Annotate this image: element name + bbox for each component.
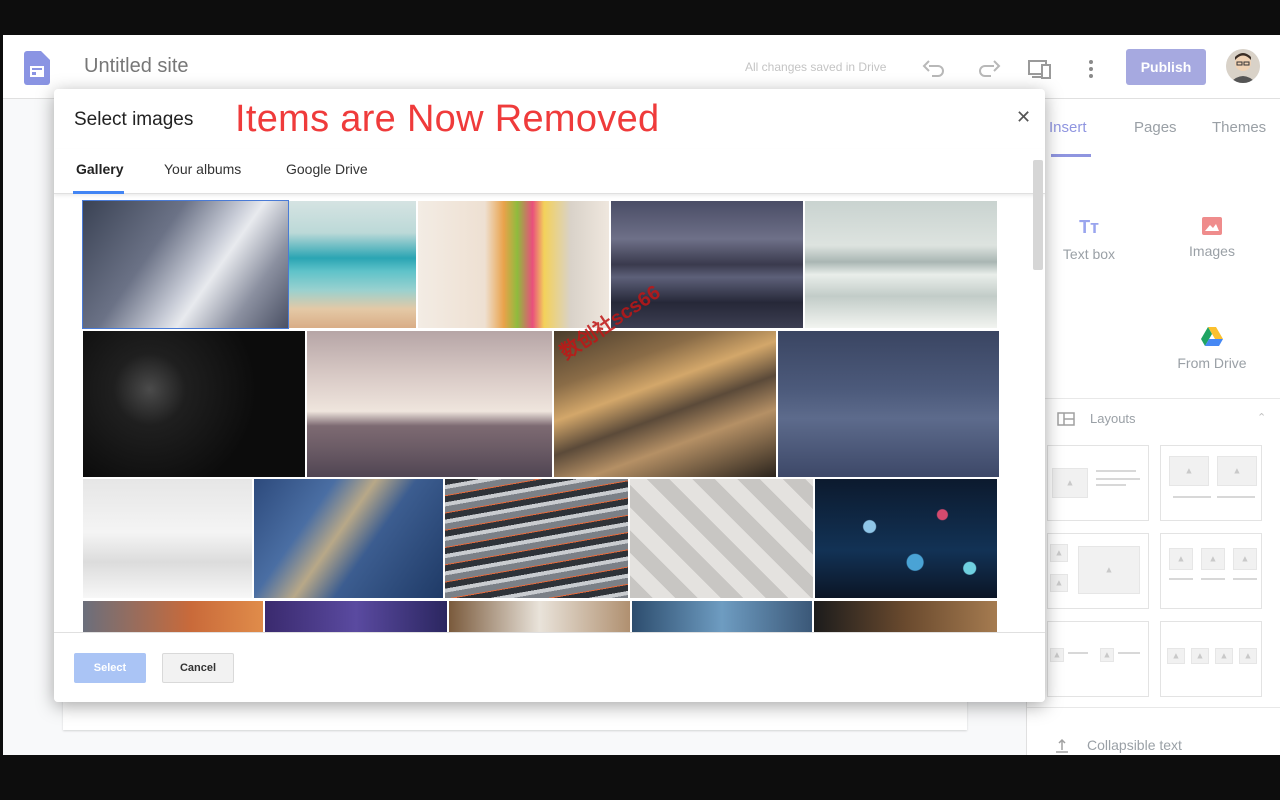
- site-title[interactable]: Untitled site: [84, 55, 189, 78]
- collapsible-text-icon: [1056, 738, 1068, 753]
- layout-option-3[interactable]: [1047, 533, 1149, 609]
- insert-text-box[interactable]: Tт Text box: [1039, 217, 1139, 262]
- gallery-image[interactable]: [805, 201, 997, 328]
- layout-option-4[interactable]: [1160, 533, 1262, 609]
- gallery-image[interactable]: [554, 331, 776, 477]
- active-tab-indicator: [73, 191, 124, 194]
- image-icon: [1202, 217, 1222, 235]
- gallery-image[interactable]: [83, 479, 252, 598]
- tab-insert[interactable]: Insert: [1049, 119, 1087, 136]
- collapse-icon[interactable]: ⌃: [1257, 411, 1266, 424]
- panel-tabs: Insert Pages Themes: [1027, 99, 1280, 157]
- insert-from-drive[interactable]: From Drive: [1162, 327, 1262, 371]
- image-gallery: [54, 195, 1045, 633]
- insert-panel: Insert Pages Themes Tт Text box Images F…: [1026, 99, 1280, 755]
- gallery-image[interactable]: [265, 601, 447, 633]
- gallery-image[interactable]: [630, 479, 813, 598]
- layout-option-6[interactable]: [1160, 621, 1262, 697]
- tab-gallery[interactable]: Gallery: [76, 161, 123, 177]
- preview-devices-icon[interactable]: [1026, 55, 1054, 83]
- avatar[interactable]: [1226, 49, 1260, 83]
- select-button[interactable]: Select: [74, 653, 146, 683]
- annotation-overlay: Items are Now Removed: [235, 98, 660, 140]
- gallery-image[interactable]: [307, 331, 552, 477]
- gallery-image[interactable]: [815, 479, 997, 598]
- more-options-icon[interactable]: [1077, 55, 1105, 83]
- gallery-image[interactable]: [445, 479, 628, 598]
- publish-button[interactable]: Publish: [1126, 49, 1206, 85]
- text-box-icon: Tт: [1079, 217, 1099, 237]
- insert-collapsible-text[interactable]: Collapsible text: [1087, 737, 1182, 753]
- google-sites-icon: [24, 51, 50, 85]
- tab-pages[interactable]: Pages: [1134, 119, 1177, 136]
- insert-images[interactable]: Images: [1162, 217, 1262, 259]
- gallery-image[interactable]: [83, 601, 263, 633]
- dialog-footer: Select Cancel: [54, 632, 1045, 702]
- gallery-image[interactable]: [632, 601, 812, 633]
- gallery-image[interactable]: [83, 331, 305, 477]
- images-label: Images: [1189, 243, 1235, 259]
- screen-frame: Untitled site All changes saved in Drive…: [0, 0, 1280, 800]
- layout-option-1[interactable]: [1047, 445, 1149, 521]
- scrollbar[interactable]: [1033, 160, 1043, 270]
- redo-icon[interactable]: [974, 55, 1002, 83]
- layout-option-2[interactable]: [1160, 445, 1262, 521]
- undo-icon[interactable]: [921, 55, 949, 83]
- text-box-label: Text box: [1062, 246, 1116, 262]
- layout-option-5[interactable]: [1047, 621, 1149, 697]
- dialog-tabs: Gallery Your albums Google Drive: [54, 149, 1045, 194]
- active-tab-indicator: [1051, 154, 1091, 157]
- gallery-image[interactable]: [449, 601, 630, 633]
- cancel-button[interactable]: Cancel: [162, 653, 234, 683]
- layouts-heading: Layouts: [1090, 411, 1136, 426]
- select-images-dialog: Select images Items are Now Removed ✕ Ga…: [54, 89, 1045, 702]
- google-drive-icon: [1201, 327, 1223, 346]
- dialog-title: Select images: [74, 109, 194, 130]
- tab-themes[interactable]: Themes: [1212, 119, 1266, 136]
- save-status: All changes saved in Drive: [745, 60, 887, 74]
- gallery-image[interactable]: [814, 601, 997, 633]
- tab-your-albums[interactable]: Your albums: [164, 161, 241, 177]
- gallery-image[interactable]: [82, 200, 289, 329]
- tab-google-drive[interactable]: Google Drive: [286, 161, 368, 177]
- gallery-image[interactable]: [418, 201, 609, 328]
- from-drive-label: From Drive: [1177, 355, 1247, 371]
- gallery-image[interactable]: [778, 331, 999, 477]
- gallery-image[interactable]: [254, 479, 443, 598]
- gallery-image[interactable]: [289, 201, 416, 328]
- close-icon[interactable]: ✕: [1016, 107, 1031, 128]
- layouts-icon: [1057, 412, 1075, 426]
